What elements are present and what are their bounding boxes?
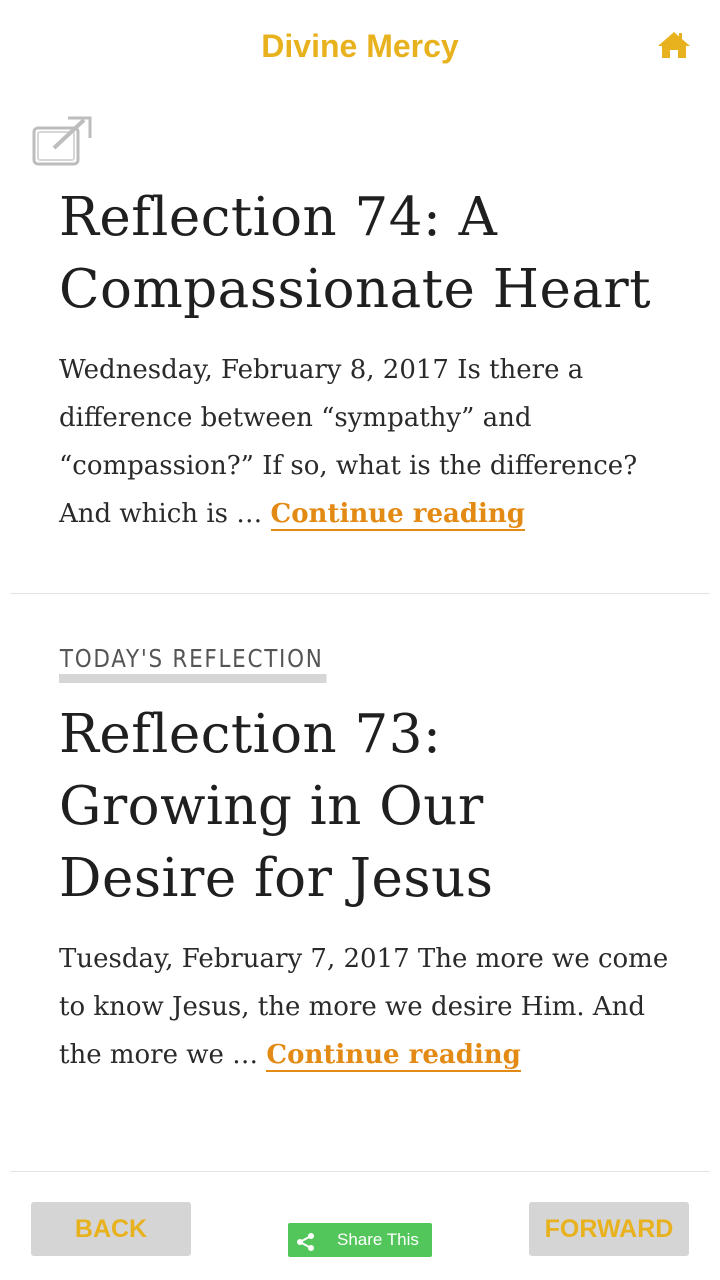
article-excerpt: Tuesday, February 7, 2017 The more we co… <box>59 935 669 1079</box>
share-button[interactable]: Share This <box>288 1223 432 1257</box>
open-external-icon[interactable] <box>32 114 94 168</box>
category-label[interactable]: TODAY'S REFLECTION <box>59 644 327 683</box>
article-card: TODAY'S REFLECTION Reflection 73: Growin… <box>59 644 669 1079</box>
article-excerpt: Wednesday, February 8, 2017 Is there a d… <box>59 346 669 538</box>
article-card: Reflection 74: A Compassionate Heart Wed… <box>59 182 669 538</box>
share-icon <box>296 1230 316 1251</box>
share-label: Share This <box>337 1230 419 1249</box>
article-title[interactable]: Reflection 74: A Compassionate Heart <box>59 182 669 326</box>
forward-button[interactable]: FORWARD <box>529 1202 689 1256</box>
back-button[interactable]: BACK <box>31 1202 191 1256</box>
app-header: Divine Mercy <box>0 0 720 96</box>
continue-reading-link[interactable]: Continue reading <box>266 1040 521 1072</box>
app-title: Divine Mercy <box>261 28 459 64</box>
home-icon[interactable] <box>656 30 692 60</box>
continue-reading-link[interactable]: Continue reading <box>270 499 525 531</box>
article-divider <box>10 593 710 594</box>
footer-divider <box>10 1171 710 1172</box>
article-title[interactable]: Reflection 73: Growing in Our Desire for… <box>59 699 669 915</box>
